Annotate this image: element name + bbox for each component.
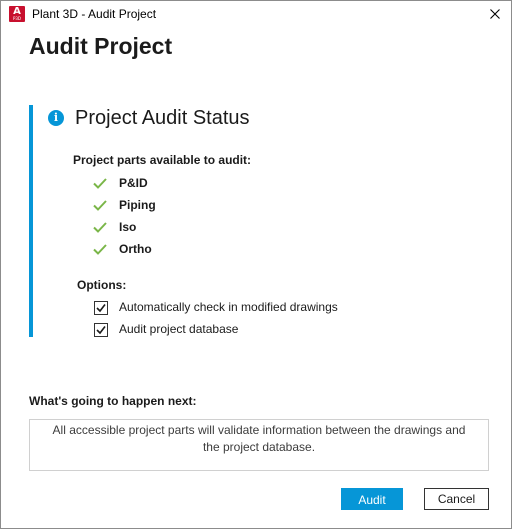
auto-checkin-checkbox[interactable] xyxy=(94,301,108,315)
cancel-button[interactable]: Cancel xyxy=(424,488,489,510)
option-label: Audit project database xyxy=(119,322,239,336)
checkmark-icon xyxy=(96,326,106,335)
parts-label: Project parts available to audit: xyxy=(73,153,252,167)
part-label: P&ID xyxy=(119,176,148,190)
status-panel-accent-bar xyxy=(29,105,33,337)
page-title: Audit Project xyxy=(29,33,173,59)
window-title: Plant 3D - Audit Project xyxy=(32,7,157,21)
audit-database-checkbox[interactable] xyxy=(94,323,108,337)
check-icon xyxy=(93,200,107,211)
option-label: Automatically check in modified drawings xyxy=(119,300,338,314)
part-label: Ortho xyxy=(119,242,152,256)
next-steps-box: All accessible project parts will valida… xyxy=(29,419,489,471)
check-icon xyxy=(93,178,107,189)
part-label: Iso xyxy=(119,220,137,234)
part-label: Piping xyxy=(119,198,156,212)
check-icon xyxy=(93,244,107,255)
checkmark-icon xyxy=(96,304,106,313)
status-heading: Project Audit Status xyxy=(75,107,250,129)
app-icon-sub: P3D xyxy=(12,16,22,21)
next-steps-text: All accessible project parts will valida… xyxy=(52,423,466,454)
audit-project-dialog: A P3D Plant 3D - Audit Project Audit Pro… xyxy=(0,0,512,529)
next-steps-label: What's going to happen next: xyxy=(29,394,197,408)
audit-button[interactable]: Audit xyxy=(341,488,403,510)
close-button[interactable] xyxy=(479,1,511,27)
info-icon: i xyxy=(48,110,64,126)
close-icon xyxy=(490,9,500,19)
title-bar[interactable]: A P3D Plant 3D - Audit Project xyxy=(1,1,511,27)
check-icon xyxy=(93,222,107,233)
app-icon: A P3D xyxy=(9,6,25,22)
options-label: Options: xyxy=(77,278,127,292)
